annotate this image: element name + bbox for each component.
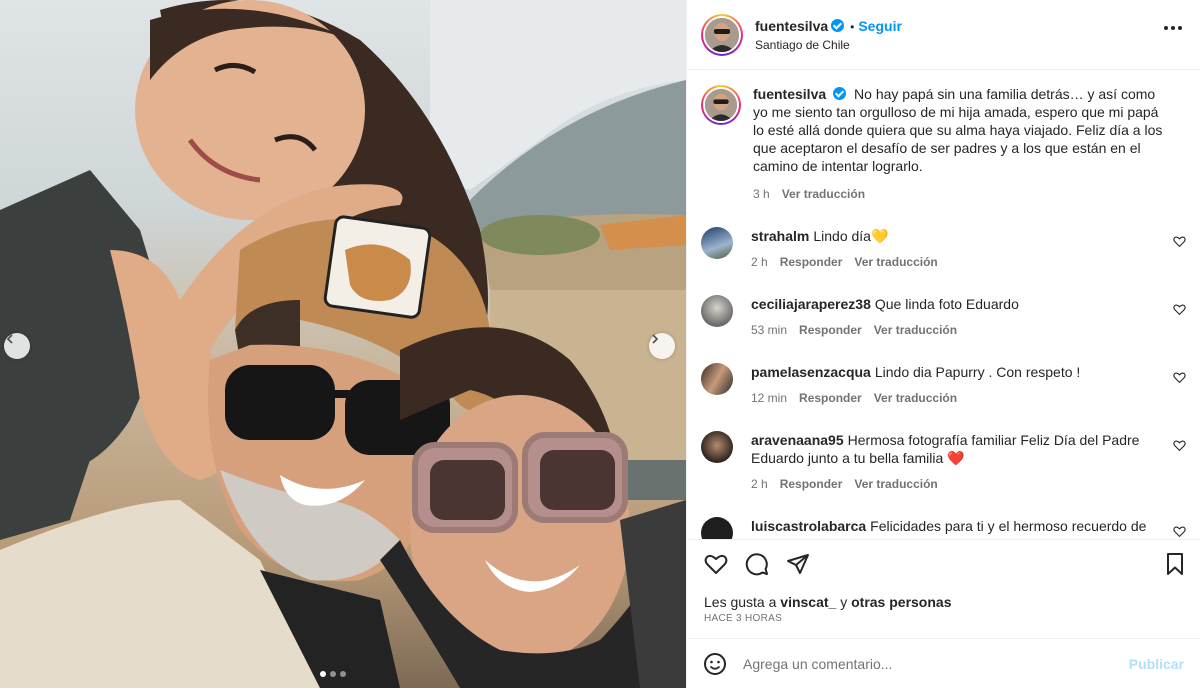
other-likers-link[interactable]: otras personas xyxy=(851,594,951,610)
post-timestamp[interactable]: HACE 3 HORAS xyxy=(704,613,782,624)
verified-icon xyxy=(831,18,845,32)
post-header: fuentesilva • Seguir Santiago de Chile xyxy=(687,0,1200,70)
comment-item: strahalm Lindo día💛 2 h Responder Ver tra… xyxy=(701,227,1186,271)
caption-username[interactable]: fuentesilva xyxy=(753,86,826,102)
add-comment-bar: Publicar xyxy=(687,638,1200,688)
comment-text: Que linda foto Eduardo xyxy=(874,296,1019,312)
comment-input[interactable] xyxy=(743,655,1103,672)
like-comment-heart-icon[interactable] xyxy=(1173,303,1186,316)
translate-link[interactable]: Ver traducción xyxy=(874,389,957,407)
likes-prefix: Les gusta a xyxy=(704,594,777,610)
commenter-avatar[interactable] xyxy=(701,517,733,539)
comment-time[interactable]: 12 min xyxy=(751,389,787,407)
translate-link[interactable]: Ver traducción xyxy=(782,185,865,203)
carousel-dot xyxy=(330,671,336,677)
more-icon xyxy=(1164,26,1168,30)
translate-link[interactable]: Ver traducción xyxy=(874,321,957,339)
post-photo[interactable] xyxy=(0,0,686,688)
carousel-next-button[interactable] xyxy=(649,333,675,359)
reply-button[interactable]: Responder xyxy=(780,475,843,493)
separator-dot: • xyxy=(850,19,855,34)
author-avatar-small[interactable] xyxy=(701,85,741,125)
verified-icon xyxy=(833,87,847,100)
commenter-username[interactable]: aravenaana95 xyxy=(751,432,844,448)
comment-text: Lindo día xyxy=(813,228,871,244)
reply-button[interactable]: Responder xyxy=(780,253,843,271)
reply-button[interactable]: Responder xyxy=(799,389,862,407)
like-comment-heart-icon[interactable] xyxy=(1173,235,1186,248)
comment-icon[interactable] xyxy=(745,552,769,576)
family-selfie-photo xyxy=(0,0,686,688)
comment-time[interactable]: 2 h xyxy=(751,253,768,271)
carousel-dot xyxy=(320,671,326,677)
emoji-icon[interactable] xyxy=(703,652,727,676)
carousel-dot xyxy=(340,671,346,677)
reply-button[interactable]: Responder xyxy=(799,321,862,339)
comment-item: pamelasenzacqua Lindo dia Papurry . Con r… xyxy=(701,363,1186,407)
share-icon[interactable] xyxy=(786,552,810,576)
commenter-avatar[interactable] xyxy=(701,363,733,395)
post-location[interactable]: Santiago de Chile xyxy=(755,38,902,52)
commenter-username[interactable]: luiscastrolabarca xyxy=(751,518,866,534)
bookmark-icon[interactable] xyxy=(1163,552,1187,576)
post-details-panel: fuentesilva • Seguir Santiago de Chile fue… xyxy=(686,0,1200,688)
publish-button[interactable]: Publicar xyxy=(1129,656,1184,672)
translate-link[interactable]: Ver traducción xyxy=(854,253,937,271)
caption-time[interactable]: 3 h xyxy=(753,185,770,203)
heart-icon[interactable] xyxy=(704,552,728,576)
translate-link[interactable]: Ver traducción xyxy=(854,475,937,493)
commenter-avatar[interactable] xyxy=(701,227,733,259)
comments-list[interactable]: fuentesilva No hay papá sin una familia … xyxy=(687,71,1200,539)
comment-text: Lindo dia Papurry . Con respeto ! xyxy=(874,364,1081,380)
avatar-image xyxy=(705,17,739,52)
avatar-image xyxy=(703,87,739,123)
comment-item: luiscastrolabarca Felicidades para ti y e… xyxy=(701,517,1186,539)
more-options-button[interactable] xyxy=(1164,26,1182,30)
caption: fuentesilva No hay papá sin una familia … xyxy=(701,85,1186,203)
like-comment-heart-icon[interactable] xyxy=(1173,525,1186,538)
carousel-prev-button[interactable] xyxy=(4,333,30,359)
post-action-bar xyxy=(687,539,1200,581)
chevron-left-icon xyxy=(6,334,13,344)
author-avatar[interactable] xyxy=(701,13,743,56)
chevron-right-icon xyxy=(652,334,659,344)
commenter-avatar[interactable] xyxy=(701,295,733,327)
commenter-username[interactable]: ceciliajaraperez38 xyxy=(751,296,871,312)
follow-button[interactable]: Seguir xyxy=(858,18,902,34)
comment-time[interactable]: 53 min xyxy=(751,321,787,339)
author-username[interactable]: fuentesilva xyxy=(755,18,828,34)
commenter-username[interactable]: strahalm xyxy=(751,228,809,244)
like-comment-heart-icon[interactable] xyxy=(1173,371,1186,384)
likes-joiner: y xyxy=(840,594,848,610)
carousel-indicators xyxy=(320,671,346,677)
liker-username[interactable]: vinscat_ xyxy=(780,594,836,610)
comment-time[interactable]: 2 h xyxy=(751,475,768,493)
commenter-username[interactable]: pamelasenzacqua xyxy=(751,364,871,380)
like-comment-heart-icon[interactable] xyxy=(1173,439,1186,452)
yellow-heart-icon: 💛 xyxy=(870,228,889,244)
comment-item: aravenaana95 Hermosa fotografía familiar … xyxy=(701,431,1186,493)
red-heart-icon: ❤️ xyxy=(947,450,965,466)
commenter-avatar[interactable] xyxy=(701,431,733,463)
likes-summary: Les gusta a vinscat_ y otras personas xyxy=(704,594,951,610)
comment-item: ceciliajaraperez38 Que linda foto Eduardo… xyxy=(701,295,1186,339)
comment-text: Felicidades para ti y el hermoso recuerd… xyxy=(870,518,1147,534)
